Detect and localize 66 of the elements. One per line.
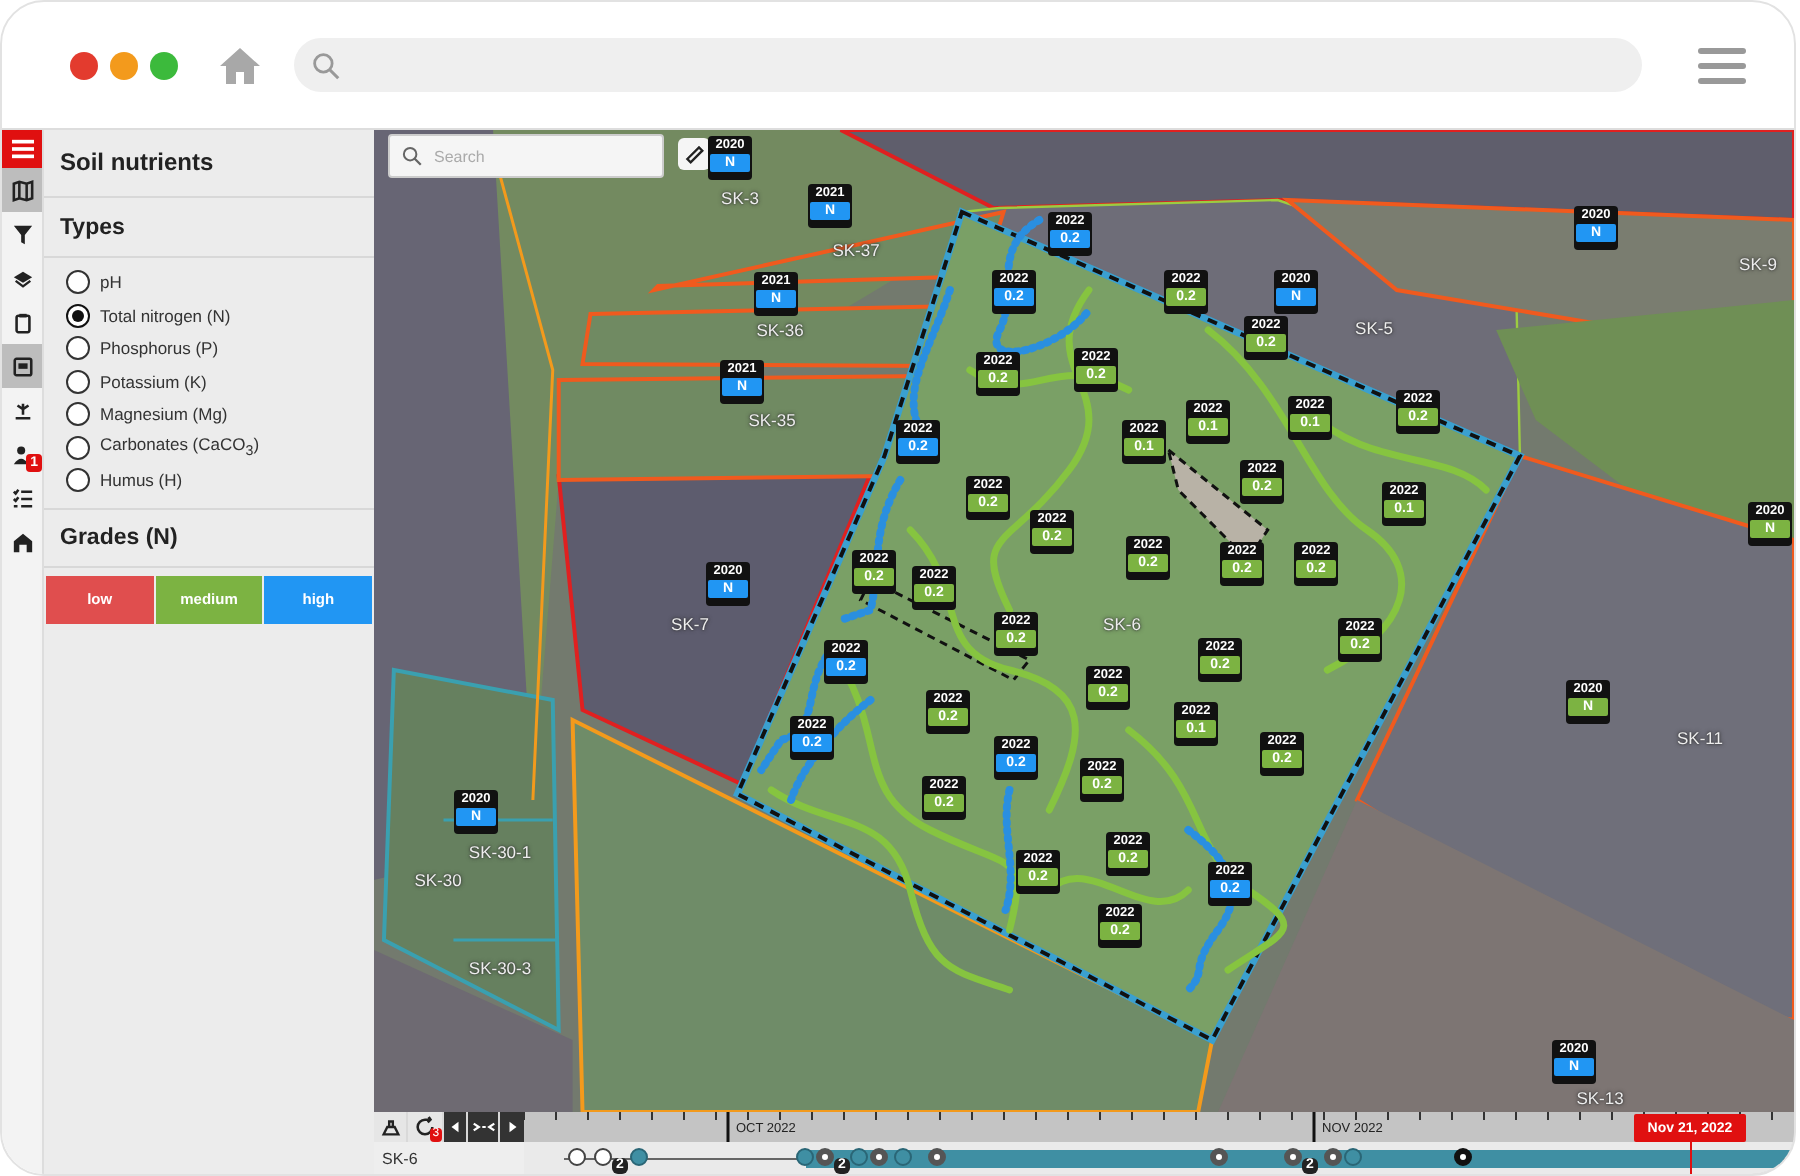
search-field[interactable]: Search	[388, 134, 664, 178]
field-label: SK-35	[748, 410, 796, 430]
radio-button[interactable]	[66, 336, 90, 361]
maximize-window-dot[interactable]	[150, 51, 178, 79]
collapse-button[interactable]	[468, 1112, 499, 1142]
next-button[interactable]	[500, 1112, 524, 1142]
plant-icon	[11, 399, 33, 421]
section-heading: Grades (N)	[44, 507, 374, 567]
close-window-dot[interactable]	[70, 51, 98, 79]
radio-option[interactable]: Total nitrogen (N)	[66, 303, 374, 328]
clipboard-icon	[11, 311, 33, 333]
sidebar-tab[interactable]	[2, 168, 42, 212]
checklist-icon	[11, 487, 33, 509]
radio-option[interactable]: Carbonates (CaCO$_{3}$)	[66, 435, 374, 460]
track-label: SK-6	[374, 1142, 524, 1174]
minimize-window-dot[interactable]	[110, 51, 138, 79]
field-label: SK-13	[1576, 1088, 1624, 1108]
radio-label: pH	[100, 272, 122, 293]
field-label: SK-3	[721, 188, 759, 208]
field-label: SK-9	[1739, 254, 1777, 274]
field-label: SK-30	[414, 870, 462, 890]
radio-button[interactable]	[66, 402, 90, 427]
previous-arrow-icon	[447, 1120, 462, 1134]
filter-icon	[11, 223, 33, 245]
radio-label: Humus (H)	[100, 470, 183, 491]
sidebar-tab[interactable]	[2, 344, 42, 388]
measure-button[interactable]	[678, 138, 710, 170]
field-label: SK-6	[1103, 614, 1141, 634]
barn-icon	[11, 531, 33, 553]
refresh-icon	[413, 1116, 436, 1138]
radio-button[interactable]	[66, 468, 90, 493]
radio-button[interactable]	[66, 369, 90, 394]
radio-option[interactable]: Humus (H)	[66, 468, 374, 493]
radio-button[interactable]	[66, 435, 90, 460]
radio-option[interactable]: pH	[66, 270, 374, 295]
previous-button[interactable]	[443, 1112, 467, 1142]
radio-option[interactable]: Phosphorus (P)	[66, 336, 374, 361]
field-label: SK-30-3	[468, 958, 532, 978]
radio-label: Phosphorus (P)	[100, 338, 219, 359]
radio-option[interactable]: Magnesium (Mg)	[66, 402, 374, 427]
timeline-event[interactable]	[1210, 1148, 1228, 1166]
field-label: SK-5	[1355, 318, 1393, 338]
radio-button[interactable]	[66, 270, 90, 295]
timeline-event[interactable]	[1284, 1148, 1302, 1166]
field-label: SK-36	[756, 320, 804, 340]
timeline-event[interactable]	[1454, 1148, 1472, 1166]
menu-icon	[11, 138, 33, 160]
field-label: SK-37	[832, 240, 880, 260]
collapse-arrows-icon	[471, 1120, 496, 1134]
search-icon	[312, 51, 340, 79]
radio-label: Potassium (K)	[100, 371, 207, 392]
menu-icon[interactable]	[1698, 47, 1746, 83]
next-arrow-icon	[505, 1120, 520, 1134]
radio-label: Carbonates (CaCO$_{3}$)	[100, 434, 260, 461]
field-label: SK-30-1	[468, 842, 532, 862]
search-icon	[402, 146, 422, 166]
ruler-icon	[684, 144, 704, 164]
layers-icon	[11, 267, 33, 289]
field-label: SK-11	[1677, 728, 1723, 748]
radio-label: Total nitrogen (N)	[100, 305, 231, 326]
map-icon	[11, 179, 33, 201]
radio-button[interactable]	[66, 303, 90, 328]
soil-layer-button[interactable]	[374, 1112, 407, 1142]
radio-option[interactable]: Potassium (K)	[66, 369, 374, 394]
radio-label: Magnesium (Mg)	[100, 404, 228, 425]
field-label: SK-7	[671, 614, 709, 634]
